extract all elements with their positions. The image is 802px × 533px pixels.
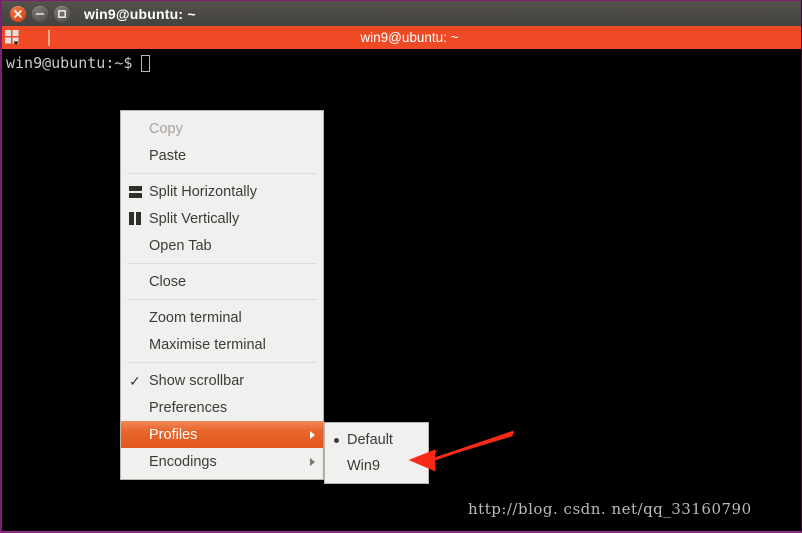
submenu-item-label: Win9 <box>347 458 381 474</box>
tab-bar: win9@ubuntu: ~ <box>2 26 801 49</box>
watermark-text: http://blog. csdn. net/qq_33160790 <box>468 500 752 518</box>
window-title: win9@ubuntu: ~ <box>84 5 196 22</box>
split-horizontal-icon <box>129 185 142 198</box>
check-icon: ✓ <box>129 372 141 389</box>
menu-item-label: Maximise terminal <box>149 336 266 353</box>
menu-gutter <box>331 437 347 443</box>
terminal-window: win9@ubuntu: ~ win9@ubuntu: ~ win9@ubunt… <box>0 0 802 533</box>
menu-item-encodings[interactable]: Encodings <box>121 448 323 475</box>
menu-item-label: Split Vertically <box>149 210 240 227</box>
menu-item-label: Paste <box>149 147 187 164</box>
context-menu[interactable]: Copy Paste Split Horizontally Split Vert… <box>120 110 324 480</box>
menu-item-close[interactable]: Close <box>121 268 323 295</box>
menu-item-show-scrollbar[interactable]: ✓ Show scrollbar <box>121 367 323 394</box>
menu-item-copy: Copy <box>121 115 323 142</box>
menu-gutter: ✓ <box>129 374 149 388</box>
menu-item-label: Copy <box>149 120 183 137</box>
menu-item-label: Encodings <box>149 453 217 470</box>
active-tab-title[interactable]: win9@ubuntu: ~ <box>50 30 769 45</box>
minimize-window-button[interactable] <box>32 5 48 22</box>
submenu-item-default[interactable]: Default <box>325 427 428 453</box>
maximize-window-button[interactable] <box>54 5 70 22</box>
profiles-submenu[interactable]: Default Win9 <box>324 422 429 484</box>
close-icon <box>14 9 22 18</box>
maximize-icon <box>58 9 67 18</box>
shell-prompt: win9@ubuntu:~$ <box>6 54 133 72</box>
submenu-item-win9[interactable]: Win9 <box>325 453 428 479</box>
menu-item-zoom-terminal[interactable]: Zoom terminal <box>121 304 323 331</box>
menu-item-label: Preferences <box>149 399 228 416</box>
menu-item-maximise-terminal[interactable]: Maximise terminal <box>121 331 323 358</box>
menu-item-label: Open Tab <box>149 237 212 254</box>
title-bar: win9@ubuntu: ~ <box>2 0 801 26</box>
radio-selected-icon <box>334 437 339 443</box>
chevron-right-icon <box>310 430 315 439</box>
layout-grid-icon[interactable] <box>4 29 22 47</box>
menu-gutter <box>129 185 149 198</box>
chevron-right-icon <box>310 457 315 466</box>
split-vertical-icon <box>129 212 141 225</box>
menu-item-label: Show scrollbar <box>149 372 245 389</box>
menu-item-label: Split Horizontally <box>149 183 257 200</box>
menu-item-preferences[interactable]: Preferences <box>121 394 323 421</box>
menu-gutter <box>129 212 149 225</box>
menu-item-split-vertically[interactable]: Split Vertically <box>121 205 323 232</box>
menu-item-label: Profiles <box>149 426 198 443</box>
menu-item-profiles[interactable]: Profiles <box>121 421 323 448</box>
block-cursor <box>141 54 151 72</box>
menu-separator <box>127 362 317 363</box>
menu-separator <box>127 263 317 264</box>
menu-item-split-horizontally[interactable]: Split Horizontally <box>121 178 323 205</box>
menu-separator <box>127 173 317 174</box>
submenu-item-label: Default <box>347 432 393 448</box>
menu-item-label: Close <box>149 273 187 290</box>
minimize-icon <box>35 12 45 15</box>
menu-item-open-tab[interactable]: Open Tab <box>121 232 323 259</box>
prompt-line: win9@ubuntu:~$ <box>6 53 801 73</box>
menu-item-paste[interactable]: Paste <box>121 142 323 169</box>
menu-separator <box>127 299 317 300</box>
close-window-button[interactable] <box>10 5 26 22</box>
menu-item-label: Zoom terminal <box>149 309 242 326</box>
